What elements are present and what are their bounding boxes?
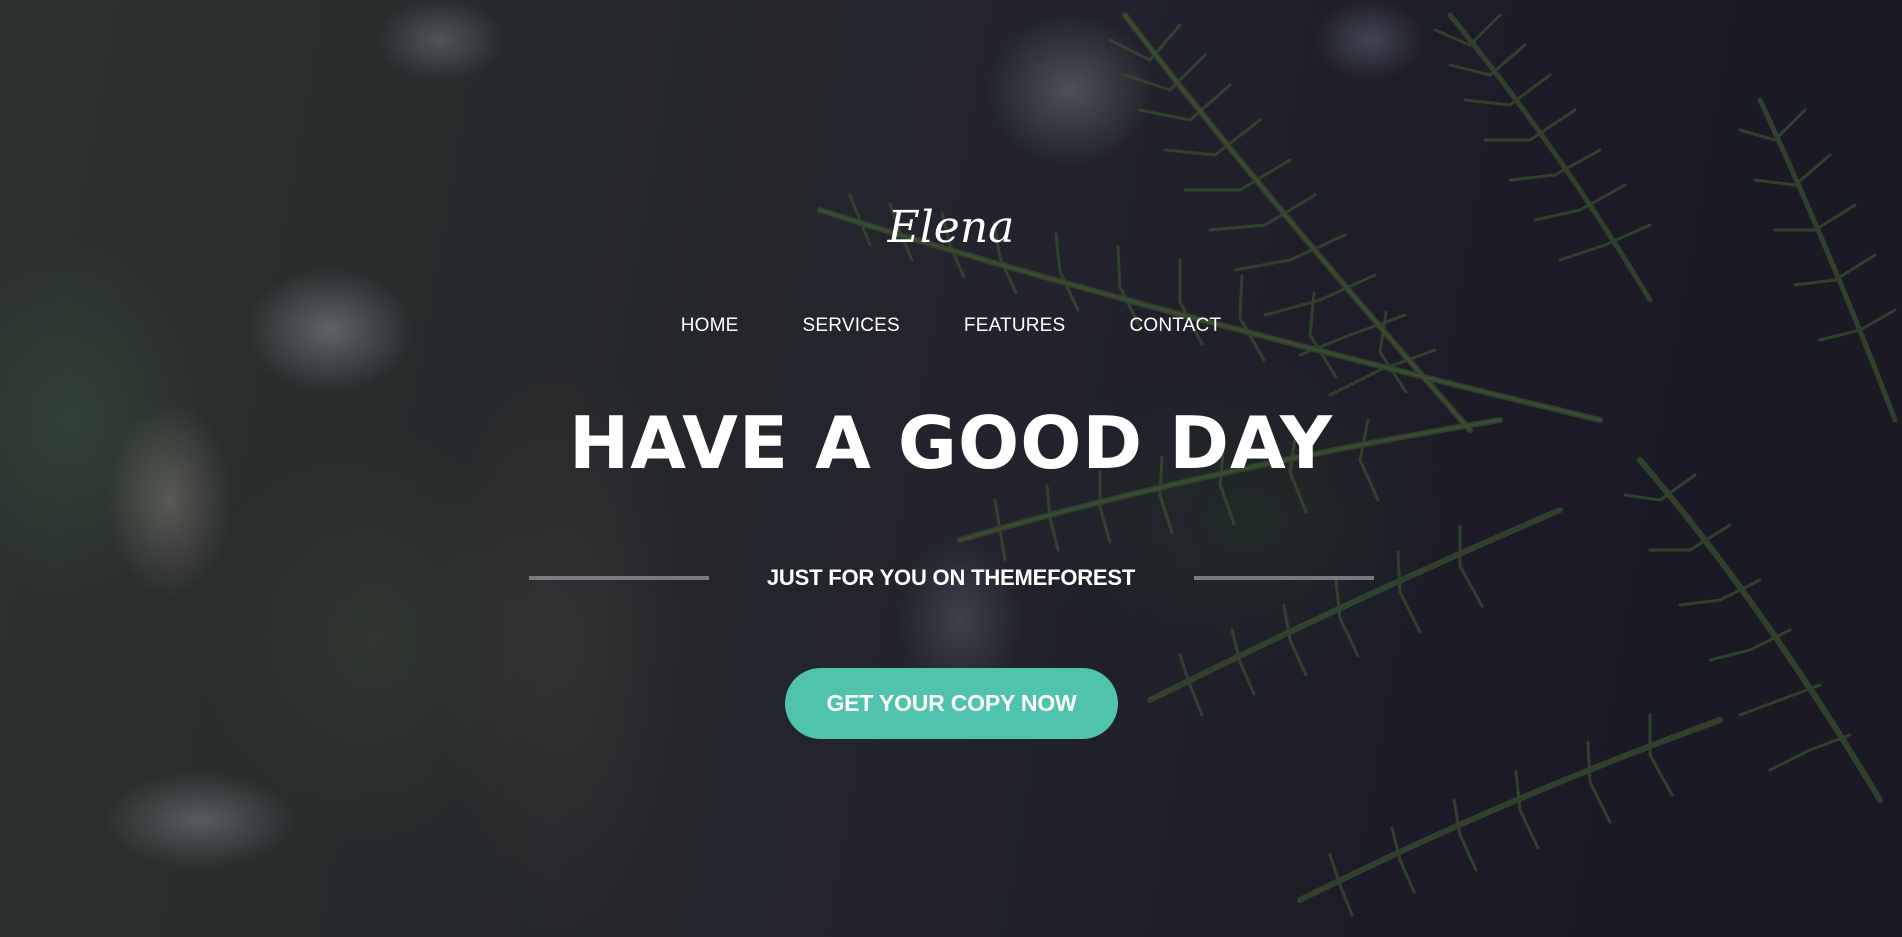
logo[interactable]: Elena (851, 198, 1051, 258)
divider-right (1194, 576, 1374, 580)
hero-content: Elena HOME SERVICES FEATURES CONTACT HAV… (0, 0, 1902, 937)
hero-section: Elena HOME SERVICES FEATURES CONTACT HAV… (0, 0, 1902, 937)
nav-item-services[interactable]: SERVICES (803, 312, 900, 340)
hero-subheadline: JUST FOR YOU ON THEMEFOREST (766, 565, 1136, 590)
nav-item-features[interactable]: FEATURES (964, 312, 1066, 340)
nav-item-home[interactable]: HOME (681, 312, 739, 340)
main-nav: HOME SERVICES FEATURES CONTACT (0, 312, 1902, 340)
get-copy-button[interactable]: GET YOUR COPY NOW (785, 668, 1118, 739)
hero-headline: HAVE A GOOD DAY (569, 401, 1333, 485)
nav-item-contact[interactable]: CONTACT (1129, 312, 1221, 340)
